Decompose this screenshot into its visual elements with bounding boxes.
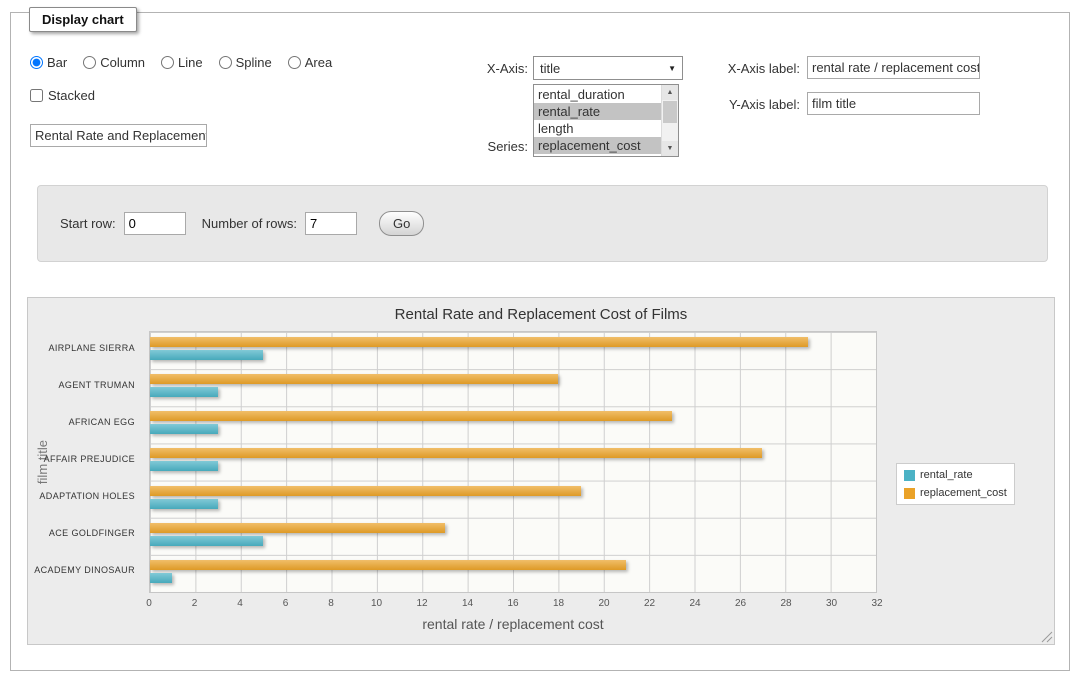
series-select-label: Series: (430, 139, 528, 154)
legend-item-rental_rate: rental_rate (904, 469, 1007, 481)
series-multiselect-options: rental_durationrental_ratelengthreplacem… (534, 86, 661, 156)
legend-swatch (904, 470, 915, 481)
plot-area (149, 331, 877, 593)
category-label: ACADEMY DINOSAUR (28, 554, 135, 587)
category-labels: AIRPLANE SIERRA AGENT TRUMAN AFRICAN EGG AF… (28, 331, 142, 593)
legend-swatch (904, 488, 915, 499)
stacked-option[interactable]: Stacked (30, 88, 95, 103)
series-option-length[interactable]: length (534, 120, 661, 137)
chart-type-option-label: Line (178, 55, 203, 70)
page: Display chart Bar Column Line Spline Area St… (0, 0, 1081, 681)
category-label: AIRPLANE SIERRA (28, 331, 135, 364)
series-option-replacement_cost[interactable]: replacement_cost (534, 137, 661, 154)
category-label: ACE GOLDFINGER (28, 517, 135, 550)
x-tick-label: 12 (416, 598, 427, 609)
go-button[interactable]: Go (379, 211, 424, 236)
bar-replacement_cost (150, 560, 626, 570)
x-axis-select[interactable]: title ▼ (533, 56, 683, 80)
series-option-rental_duration[interactable]: rental_duration (534, 86, 661, 103)
display-chart-legend: Display chart (29, 7, 137, 32)
chart-type-option-column[interactable]: Column (83, 55, 145, 70)
chevron-down-icon: ▼ (668, 64, 676, 73)
bar-rental_rate (150, 387, 218, 397)
scrollbar-thumb[interactable] (663, 101, 677, 123)
bar-rental_rate (150, 461, 218, 471)
y-axis-label-input[interactable] (807, 92, 980, 115)
x-tick-label: 22 (644, 598, 655, 609)
bar-replacement_cost (150, 411, 672, 421)
chart-title-input[interactable] (30, 124, 207, 147)
y-axis-label-field-label: Y-Axis label: (702, 97, 800, 112)
x-tick-label: 8 (328, 598, 334, 609)
scroll-up-icon[interactable]: ▲ (662, 85, 678, 100)
bar-rental_rate (150, 536, 263, 546)
chart-container: Rental Rate and Replacement Cost of Film… (27, 297, 1055, 645)
scroll-down-icon[interactable]: ▼ (662, 141, 678, 156)
x-tick-label: 4 (237, 598, 243, 609)
chart-type-option-line[interactable]: Line (161, 55, 203, 70)
bar-replacement_cost (150, 486, 581, 496)
x-axis-select-label: X-Axis: (430, 61, 528, 76)
x-tick-label: 32 (871, 598, 882, 609)
x-tick-label: 16 (507, 598, 518, 609)
x-tick-label: 26 (735, 598, 746, 609)
number-of-rows-input[interactable] (305, 212, 357, 235)
chart-title: Rental Rate and Replacement Cost of Film… (28, 306, 1054, 323)
x-tick-label: 2 (192, 598, 198, 609)
chart-type-radio-line[interactable] (161, 56, 174, 69)
chart-type-radio-column[interactable] (83, 56, 96, 69)
x-tick-label: 24 (689, 598, 700, 609)
chart-type-option-label: Column (100, 55, 145, 70)
chart-type-option-label: Area (305, 55, 332, 70)
x-axis-label-field-label: X-Axis label: (702, 61, 800, 76)
x-tick-label: 6 (283, 598, 289, 609)
bar-replacement_cost (150, 523, 445, 533)
x-tick-label: 0 (146, 598, 152, 609)
bar-rental_rate (150, 499, 218, 509)
start-row-input[interactable] (124, 212, 186, 235)
rows-panel: Start row: Number of rows: Go (37, 185, 1048, 262)
x-tick-label: 10 (371, 598, 382, 609)
chart-type-option-label: Spline (236, 55, 272, 70)
bar-replacement_cost (150, 448, 762, 458)
category-label: AFFAIR PREJUDICE (28, 442, 135, 475)
series-list-scrollbar[interactable]: ▲ ▼ (661, 85, 678, 156)
chart-type-option-label: Bar (47, 55, 67, 70)
chart-type-radio-area[interactable] (288, 56, 301, 69)
category-label: AFRICAN EGG (28, 405, 135, 438)
category-label: AGENT TRUMAN (28, 368, 135, 401)
x-axis-title: rental rate / replacement cost (149, 616, 877, 632)
bar-rental_rate (150, 350, 263, 360)
x-tick-label: 20 (598, 598, 609, 609)
chart-type-radio-spline[interactable] (219, 56, 232, 69)
x-tick-label: 14 (462, 598, 473, 609)
legend-label: rental_rate (920, 469, 973, 481)
resize-handle-icon[interactable] (1040, 630, 1053, 643)
legend-item-replacement_cost: replacement_cost (904, 487, 1007, 499)
x-tick-label: 28 (780, 598, 791, 609)
chart-type-option-area[interactable]: Area (288, 55, 332, 70)
x-axis-ticks: 02468101214161820222426283032 (149, 598, 877, 612)
number-of-rows-label: Number of rows: (202, 216, 297, 231)
stacked-checkbox[interactable] (30, 89, 43, 102)
series-multiselect[interactable]: rental_durationrental_ratelengthreplacem… (533, 84, 679, 157)
x-axis-selected-value: title (540, 61, 560, 76)
x-tick-label: 30 (826, 598, 837, 609)
chart-type-option-spline[interactable]: Spline (219, 55, 272, 70)
bar-replacement_cost (150, 337, 808, 347)
x-tick-label: 18 (553, 598, 564, 609)
chart-type-option-bar[interactable]: Bar (30, 55, 67, 70)
start-row-label: Start row: (60, 216, 116, 231)
bar-rental_rate (150, 573, 172, 583)
legend-label: replacement_cost (920, 487, 1007, 499)
bar-rental_rate (150, 424, 218, 434)
category-label: ADAPTATION HOLES (28, 480, 135, 513)
bar-replacement_cost (150, 374, 558, 384)
x-axis-label-input[interactable] (807, 56, 980, 79)
chart-type-radio-bar[interactable] (30, 56, 43, 69)
chart-legend: rental_rate replacement_cost (896, 463, 1015, 505)
series-option-rental_rate[interactable]: rental_rate (534, 103, 661, 120)
chart-type-radio-group: Bar Column Line Spline Area (30, 55, 332, 70)
stacked-label: Stacked (48, 88, 95, 103)
